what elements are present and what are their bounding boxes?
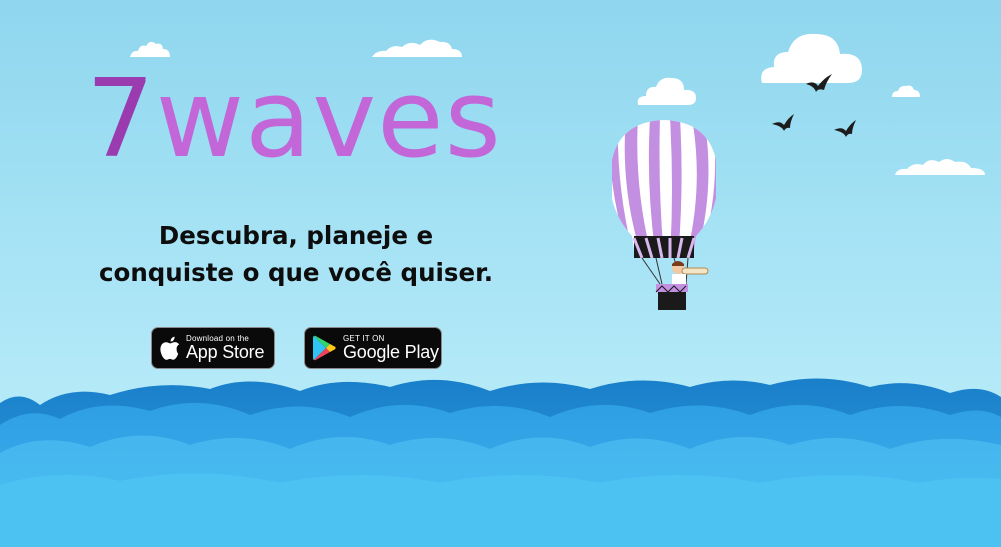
app-store-button[interactable]: Download on the App Store [151, 327, 275, 369]
ocean-waves [0, 378, 1001, 547]
hot-air-balloon-icon [612, 120, 716, 310]
cloud-icon [372, 39, 462, 57]
tagline-line-2: conquiste o que você quiser. [98, 258, 494, 287]
landing-scene: 7waves Descubra, planeje e conquiste o q… [0, 0, 1001, 547]
app-store-label: App Store [186, 342, 265, 362]
google-play-label: Google Play [343, 342, 439, 362]
google-play-button[interactable]: GET IT ON Google Play [304, 327, 442, 369]
google-play-icon [313, 335, 336, 361]
cloud-icon [637, 77, 696, 105]
tagline: Descubra, planeje e conquiste o que você… [80, 217, 512, 291]
cloud-icon [130, 41, 170, 57]
birds-icon [772, 74, 856, 137]
cloud-icon [895, 159, 985, 175]
apple-icon [160, 336, 180, 360]
brand-logo: 7waves [86, 66, 502, 174]
tagline-line-1: Descubra, planeje e [158, 221, 434, 250]
brand-logo-seven: 7 [86, 57, 156, 182]
brand-logo-waves: waves [155, 57, 502, 182]
cloud-icon [892, 85, 920, 97]
